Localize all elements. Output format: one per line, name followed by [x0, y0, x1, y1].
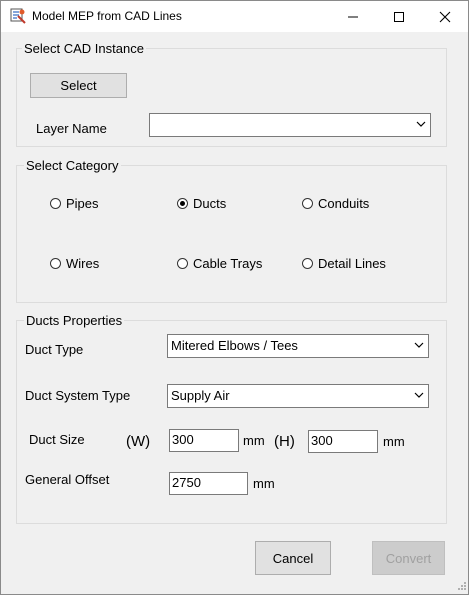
radio-cable-trays-label: Cable Trays: [193, 256, 263, 271]
radio-cable-trays-circle: [177, 258, 188, 269]
app-icon: [10, 8, 26, 24]
chevron-down-icon: [414, 342, 424, 348]
radio-pipes[interactable]: Pipes: [50, 196, 99, 211]
height-label: (H): [274, 433, 295, 450]
width-unit: mm: [243, 433, 265, 448]
radio-conduits-circle: [302, 198, 313, 209]
title-bar: Model MEP from CAD Lines: [1, 1, 468, 32]
category-group: [16, 165, 447, 303]
select-cad-button[interactable]: Select: [30, 73, 127, 98]
duct-type-value: Mitered Elbows / Tees: [171, 338, 298, 353]
category-group-title: Select Category: [24, 158, 121, 173]
system-type-value: Supply Air: [171, 388, 230, 403]
radio-cable-trays[interactable]: Cable Trays: [177, 256, 262, 271]
radio-conduits-label: Conduits: [318, 196, 370, 211]
radio-pipes-label: Pipes: [66, 196, 99, 211]
radio-ducts-circle: [177, 198, 188, 209]
system-type-dropdown[interactable]: Supply Air: [167, 384, 429, 408]
minimize-icon: [348, 16, 358, 17]
general-offset-label: General Offset: [25, 472, 110, 487]
chevron-down-icon: [414, 392, 424, 398]
system-type-label: Duct System Type: [25, 388, 131, 403]
select-cad-button-label: Select: [60, 78, 97, 93]
radio-conduits[interactable]: Conduits: [302, 196, 369, 211]
radio-detail-lines-label: Detail Lines: [318, 256, 386, 271]
convert-button[interactable]: Convert: [372, 541, 445, 575]
close-icon: [439, 11, 451, 22]
height-unit: mm: [383, 434, 405, 449]
resize-grip-icon[interactable]: [456, 580, 467, 591]
duct-type-dropdown[interactable]: Mitered Elbows / Tees: [167, 334, 429, 358]
width-label: (W): [126, 433, 151, 450]
layer-name-label: Layer Name: [36, 121, 107, 136]
convert-button-label: Convert: [385, 550, 432, 566]
radio-pipes-circle: [50, 198, 61, 209]
duct-size-label: Duct Size: [29, 432, 85, 447]
properties-group-title: Ducts Properties: [24, 313, 125, 328]
height-input[interactable]: 300: [308, 430, 378, 453]
cancel-button[interactable]: Cancel: [255, 541, 331, 575]
layer-name-dropdown[interactable]: [149, 113, 431, 137]
chevron-down-icon: [416, 121, 426, 127]
radio-detail-lines-circle: [302, 258, 313, 269]
radio-ducts[interactable]: Ducts: [177, 196, 226, 211]
radio-detail-lines[interactable]: Detail Lines: [302, 256, 386, 271]
radio-ducts-label: Ducts: [193, 196, 227, 211]
radio-selected-dot: [180, 201, 185, 206]
width-input[interactable]: 300: [169, 429, 239, 452]
cancel-button-label: Cancel: [272, 550, 314, 566]
radio-wires-label: Wires: [66, 256, 100, 271]
minimize-button[interactable]: [330, 1, 376, 32]
close-button[interactable]: [422, 1, 468, 32]
window-title: Model MEP from CAD Lines: [32, 9, 182, 23]
radio-wires[interactable]: Wires: [50, 256, 99, 271]
radio-wires-circle: [50, 258, 61, 269]
general-offset-unit: mm: [253, 476, 275, 491]
dialog-window: Model MEP from CAD Lines Select CAD Inst…: [0, 0, 469, 595]
maximize-icon: [394, 11, 404, 22]
general-offset-input[interactable]: 2750: [169, 472, 248, 495]
duct-type-label: Duct Type: [25, 342, 84, 357]
maximize-button[interactable]: [376, 1, 422, 32]
cad-instance-group-title: Select CAD Instance: [22, 41, 146, 56]
